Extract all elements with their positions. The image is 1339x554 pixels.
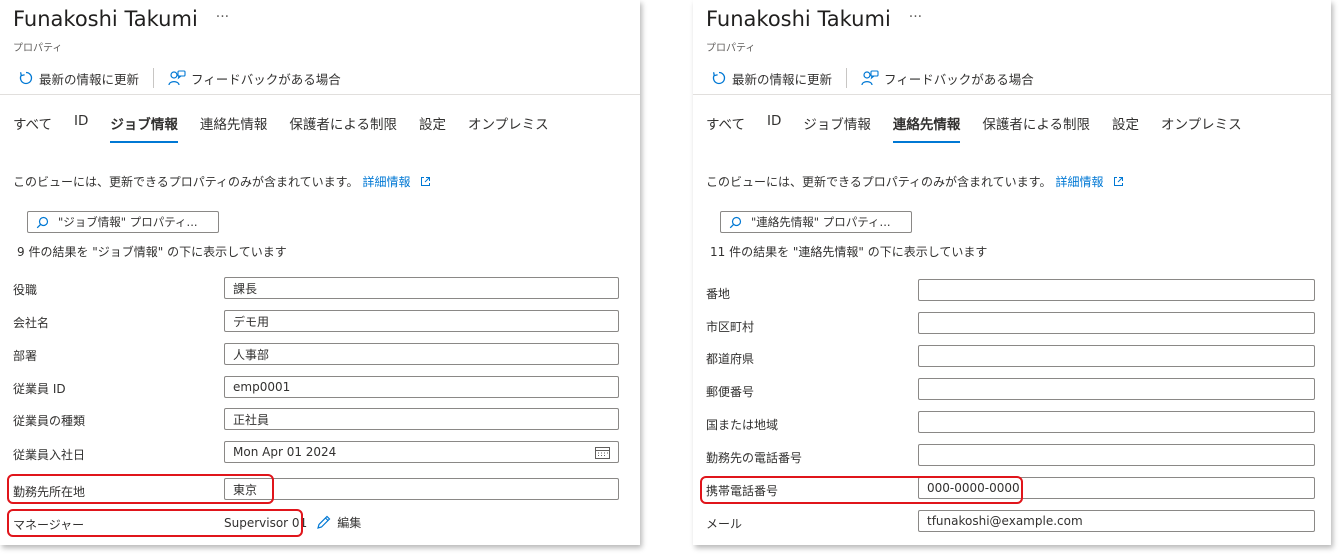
tab-parental-controls[interactable]: 保護者による制限 (289, 113, 397, 141)
hire-date-picker[interactable]: Mon Apr 01 2024 (224, 441, 619, 463)
tab-bar: すべて ID ジョブ情報 連絡先情報 保護者による制限 設定 オンプレミス (706, 113, 1264, 143)
field-label-business-phone: 勤務先の電話番号 (706, 451, 803, 465)
page-title: Funakoshi Takumi ··· (13, 7, 230, 31)
field-label-mobile-phone: 携帯電話番号 (706, 484, 779, 498)
field-label-employee-id: 従業員 ID (13, 382, 66, 396)
tab-job-info[interactable]: ジョブ情報 (803, 113, 871, 141)
feedback-person-icon (861, 70, 879, 86)
feedback-label: フィードバックがある場合 (884, 71, 1034, 87)
email-input[interactable]: tfunakoshi@example.com (918, 510, 1315, 532)
learn-more-link[interactable]: 詳細情報 (362, 175, 431, 189)
field-label-postal-code: 郵便番号 (706, 385, 755, 399)
feedback-button[interactable]: フィードバックがある場合 (168, 69, 341, 88)
right-properties-panel: Funakoshi Takumi ··· プロパティ 最新の情報に更新 フィードバ… (693, 0, 1331, 545)
manager-name: Supervisor 01 (224, 515, 308, 530)
page-title: Funakoshi Takumi ··· (706, 7, 923, 31)
view-description: このビューには、更新できるプロパティのみが含まれています。 詳細情報 (706, 173, 1124, 190)
command-separator (153, 68, 155, 88)
tab-job-info[interactable]: ジョブ情報 (110, 113, 178, 143)
tab-parental-controls[interactable]: 保護者による制限 (982, 113, 1090, 141)
department-input[interactable]: 人事部 (224, 343, 619, 365)
search-icon (729, 216, 742, 228)
tab-on-premises[interactable]: オンプレミス (1161, 113, 1242, 141)
business-phone-input[interactable] (918, 444, 1315, 466)
field-label-street: 番地 (706, 287, 731, 301)
street-address-input[interactable] (918, 279, 1315, 301)
field-label-department: 部署 (13, 349, 38, 363)
hire-date-value: Mon Apr 01 2024 (233, 445, 337, 459)
field-label-state: 都道府県 (706, 352, 755, 366)
refresh-label: 最新の情報に更新 (732, 71, 833, 87)
left-properties-panel: Funakoshi Takumi ··· プロパティ 最新の情報に更新 フィードバ… (0, 0, 640, 545)
tab-all[interactable]: すべて (706, 113, 745, 141)
more-options-icon[interactable]: ··· (909, 9, 922, 25)
office-location-input[interactable]: 東京 (224, 478, 619, 500)
state-input[interactable] (918, 345, 1315, 367)
manager-value: Supervisor 01 編集 (224, 514, 361, 531)
tab-all[interactable]: すべて (13, 113, 52, 141)
result-count: 11 件の結果を "連絡先情報" の下に表示しています (710, 245, 988, 259)
search-icon (36, 216, 49, 228)
view-description: このビューには、更新できるプロパティのみが含まれています。 詳細情報 (13, 173, 431, 190)
command-bar: 最新の情報に更新 フィードバックがある場合 (18, 66, 341, 90)
more-options-icon[interactable]: ··· (216, 9, 229, 25)
refresh-label: 最新の情報に更新 (39, 71, 140, 87)
page-subtitle: プロパティ (706, 43, 756, 54)
external-link-icon (421, 177, 431, 186)
command-separator (846, 68, 848, 88)
tab-contact-info[interactable]: 連絡先情報 (892, 113, 960, 143)
field-label-hire-date: 従業員入社日 (13, 448, 86, 462)
city-input[interactable] (918, 312, 1315, 334)
header-divider (693, 94, 1331, 95)
postal-code-input[interactable] (918, 378, 1315, 400)
refresh-icon (19, 71, 33, 85)
header-divider (0, 94, 640, 95)
job-title-input[interactable]: 課長 (224, 277, 619, 299)
search-placeholder: "ジョブ情報" プロパティ... (58, 215, 198, 229)
page-subtitle: プロパティ (13, 43, 63, 54)
field-label-email: メール (706, 517, 743, 531)
tab-id[interactable]: ID (74, 113, 88, 141)
employee-type-input[interactable]: 正社員 (224, 408, 619, 430)
field-label-city: 市区町村 (706, 320, 755, 334)
tab-settings[interactable]: 設定 (1112, 113, 1139, 141)
refresh-button[interactable]: 最新の情報に更新 (18, 69, 139, 88)
learn-more-link[interactable]: 詳細情報 (1055, 175, 1124, 189)
search-input[interactable]: "ジョブ情報" プロパティ... (27, 211, 219, 233)
field-label-company: 会社名 (13, 316, 50, 330)
employee-id-input[interactable]: emp0001 (224, 376, 619, 398)
external-link-icon (1114, 177, 1124, 186)
feedback-label: フィードバックがある場合 (191, 71, 341, 87)
pencil-icon (317, 515, 331, 529)
field-label-manager: マネージャー (13, 518, 85, 532)
mobile-phone-input[interactable]: 000-0000-0000 (918, 477, 1315, 499)
feedback-person-icon (168, 70, 186, 86)
search-placeholder: "連絡先情報" プロパティ... (751, 215, 891, 229)
tab-contact-info[interactable]: 連絡先情報 (200, 113, 268, 141)
search-input[interactable]: "連絡先情報" プロパティ... (720, 211, 912, 233)
country-input[interactable] (918, 411, 1315, 433)
calendar-icon[interactable] (595, 446, 610, 459)
tab-on-premises[interactable]: オンプレミス (468, 113, 549, 141)
field-label-country: 国または地域 (706, 418, 779, 432)
tab-id[interactable]: ID (767, 113, 781, 141)
command-bar: 最新の情報に更新 フィードバックがある場合 (711, 66, 1034, 90)
refresh-button[interactable]: 最新の情報に更新 (711, 69, 832, 88)
company-name-input[interactable]: デモ用 (224, 310, 619, 332)
field-label-employee-type: 従業員の種類 (13, 414, 86, 428)
refresh-icon (712, 71, 726, 85)
feedback-button[interactable]: フィードバックがある場合 (861, 69, 1034, 88)
field-label-title: 役職 (13, 283, 38, 297)
field-label-office-location: 勤務先所在地 (13, 485, 86, 499)
tab-settings[interactable]: 設定 (419, 113, 446, 141)
tab-bar: すべて ID ジョブ情報 連絡先情報 保護者による制限 設定 オンプレミス (13, 113, 571, 143)
edit-manager-button[interactable]: 編集 (316, 514, 361, 531)
result-count: 9 件の結果を "ジョブ情報" の下に表示しています (17, 245, 287, 259)
